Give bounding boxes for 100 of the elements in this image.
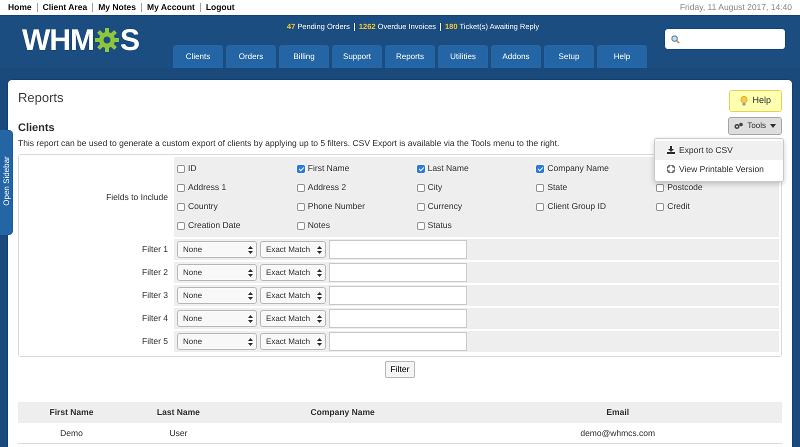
updown-icon xyxy=(317,314,322,322)
updown-icon xyxy=(248,268,253,276)
checkbox[interactable] xyxy=(416,164,425,172)
updown-icon xyxy=(248,246,253,254)
gear-icon xyxy=(94,27,120,53)
gears-icon xyxy=(734,122,744,130)
text-field[interactable] xyxy=(329,332,467,351)
filter-label: Filter 2 xyxy=(141,266,169,280)
checkbox[interactable] xyxy=(416,222,425,230)
top-link[interactable]: My Account xyxy=(146,2,195,12)
checkbox-label: Credit xyxy=(667,200,690,213)
checkbox[interactable] xyxy=(296,222,305,230)
select-field[interactable]: None xyxy=(177,287,257,304)
checkbox[interactable] xyxy=(536,184,544,192)
checkbox[interactable] xyxy=(177,202,185,210)
search-icon xyxy=(671,34,680,44)
updown-icon xyxy=(248,338,253,346)
checkbox-label: City xyxy=(428,181,442,194)
checkbox[interactable] xyxy=(177,184,185,192)
filter-label: Filter 3 xyxy=(141,289,169,302)
table-cell: demo@whmcs.com xyxy=(580,428,656,438)
checkbox-label: Client Group ID xyxy=(547,200,606,213)
top-link[interactable]: Home xyxy=(8,2,32,12)
table-cell: Demo xyxy=(60,428,83,438)
select-field[interactable]: Exact Match xyxy=(260,287,326,304)
report-title: Clients xyxy=(18,122,55,135)
checkbox-label: Country xyxy=(188,200,218,213)
checkbox[interactable] xyxy=(296,202,305,210)
select-field[interactable]: None xyxy=(177,333,257,350)
date-text: Friday, 11 August 2017, 14:40 xyxy=(680,1,792,14)
checkbox-label: Creation Date xyxy=(188,219,240,232)
checkbox-label: First Name xyxy=(308,162,350,175)
tools-button[interactable]: Tools xyxy=(728,117,782,135)
select-field[interactable]: Exact Match xyxy=(260,310,326,327)
nav-tab[interactable]: Help xyxy=(597,45,647,68)
top-link[interactable]: My Notes xyxy=(98,2,136,12)
column-header: First Name xyxy=(18,402,125,422)
checkbox[interactable] xyxy=(656,184,664,192)
updown-icon xyxy=(317,246,322,254)
checkbox[interactable] xyxy=(536,164,544,172)
select-field[interactable]: None xyxy=(177,241,257,258)
checkbox[interactable] xyxy=(296,164,305,172)
nav-tab[interactable]: Billing xyxy=(279,45,329,68)
updown-icon xyxy=(248,314,253,322)
text-field[interactable] xyxy=(329,286,467,305)
select-field[interactable]: None xyxy=(177,264,257,281)
updown-icon xyxy=(317,268,322,276)
download-icon xyxy=(667,146,675,154)
checkbox-label: Phone Number xyxy=(308,200,365,213)
select-field[interactable]: Exact Match xyxy=(260,241,326,258)
checkbox[interactable] xyxy=(536,202,544,210)
help-button[interactable]: Help xyxy=(729,90,782,112)
checkbox-label: ID xyxy=(188,162,196,175)
updown-icon xyxy=(317,292,322,300)
checkbox-label: State xyxy=(547,181,568,194)
checkbox[interactable] xyxy=(656,202,664,210)
nav-tab[interactable]: Setup xyxy=(544,45,594,68)
text-field[interactable] xyxy=(329,240,467,259)
column-header: Company Name xyxy=(232,402,454,422)
column-header: Last Name xyxy=(124,402,232,422)
top-link[interactable]: Client Area xyxy=(42,2,88,12)
filter-button[interactable]: Filter xyxy=(384,361,416,378)
nav-tab[interactable]: Clients xyxy=(173,45,223,68)
search-field[interactable] xyxy=(665,29,785,49)
select-field[interactable]: None xyxy=(177,310,257,327)
nav-tab[interactable]: Support xyxy=(332,45,382,68)
open-sidebar-tab[interactable]: Open Sidebar xyxy=(0,130,13,235)
logo: WHM S xyxy=(22,22,140,57)
nav-tab[interactable]: Reports xyxy=(385,45,435,68)
checkbox-label: Status xyxy=(428,219,452,232)
filter-label: Filter 1 xyxy=(141,243,169,256)
checkbox-label: Notes xyxy=(308,219,330,232)
select-field[interactable]: Exact Match xyxy=(260,333,326,350)
checkbox[interactable] xyxy=(296,184,305,192)
select-field[interactable]: Exact Match xyxy=(260,264,326,281)
checkbox-label: Last Name xyxy=(428,162,469,175)
menu-item[interactable]: Export to CSV xyxy=(655,141,783,160)
menu-item[interactable]: View Printable Version xyxy=(655,160,783,178)
updown-icon xyxy=(248,292,253,300)
checkbox-label: Address 2 xyxy=(308,181,346,194)
nav-tab[interactable]: Addons xyxy=(491,45,541,68)
checkbox[interactable] xyxy=(177,222,185,230)
lightbulb-icon xyxy=(740,96,748,106)
nav-tab[interactable]: Orders xyxy=(226,45,276,68)
page-title: Reports xyxy=(18,90,64,106)
checkbox[interactable] xyxy=(416,202,425,210)
column-header: Email xyxy=(453,402,782,422)
filter-label: Filter 4 xyxy=(141,312,169,326)
filter-label: Filter 5 xyxy=(141,335,169,348)
checkbox[interactable] xyxy=(416,184,425,192)
checkbox-label: Postcode xyxy=(667,181,703,194)
text-field[interactable] xyxy=(329,263,467,282)
table-cell: User xyxy=(169,428,188,438)
fields-label: Fields to Include xyxy=(105,190,169,204)
updown-icon xyxy=(317,338,322,346)
checkbox[interactable] xyxy=(177,164,185,172)
text-field[interactable] xyxy=(329,309,467,328)
nav-tab[interactable]: Utilities xyxy=(438,45,488,68)
top-link[interactable]: Logout xyxy=(206,2,235,12)
caret-icon xyxy=(770,124,776,128)
